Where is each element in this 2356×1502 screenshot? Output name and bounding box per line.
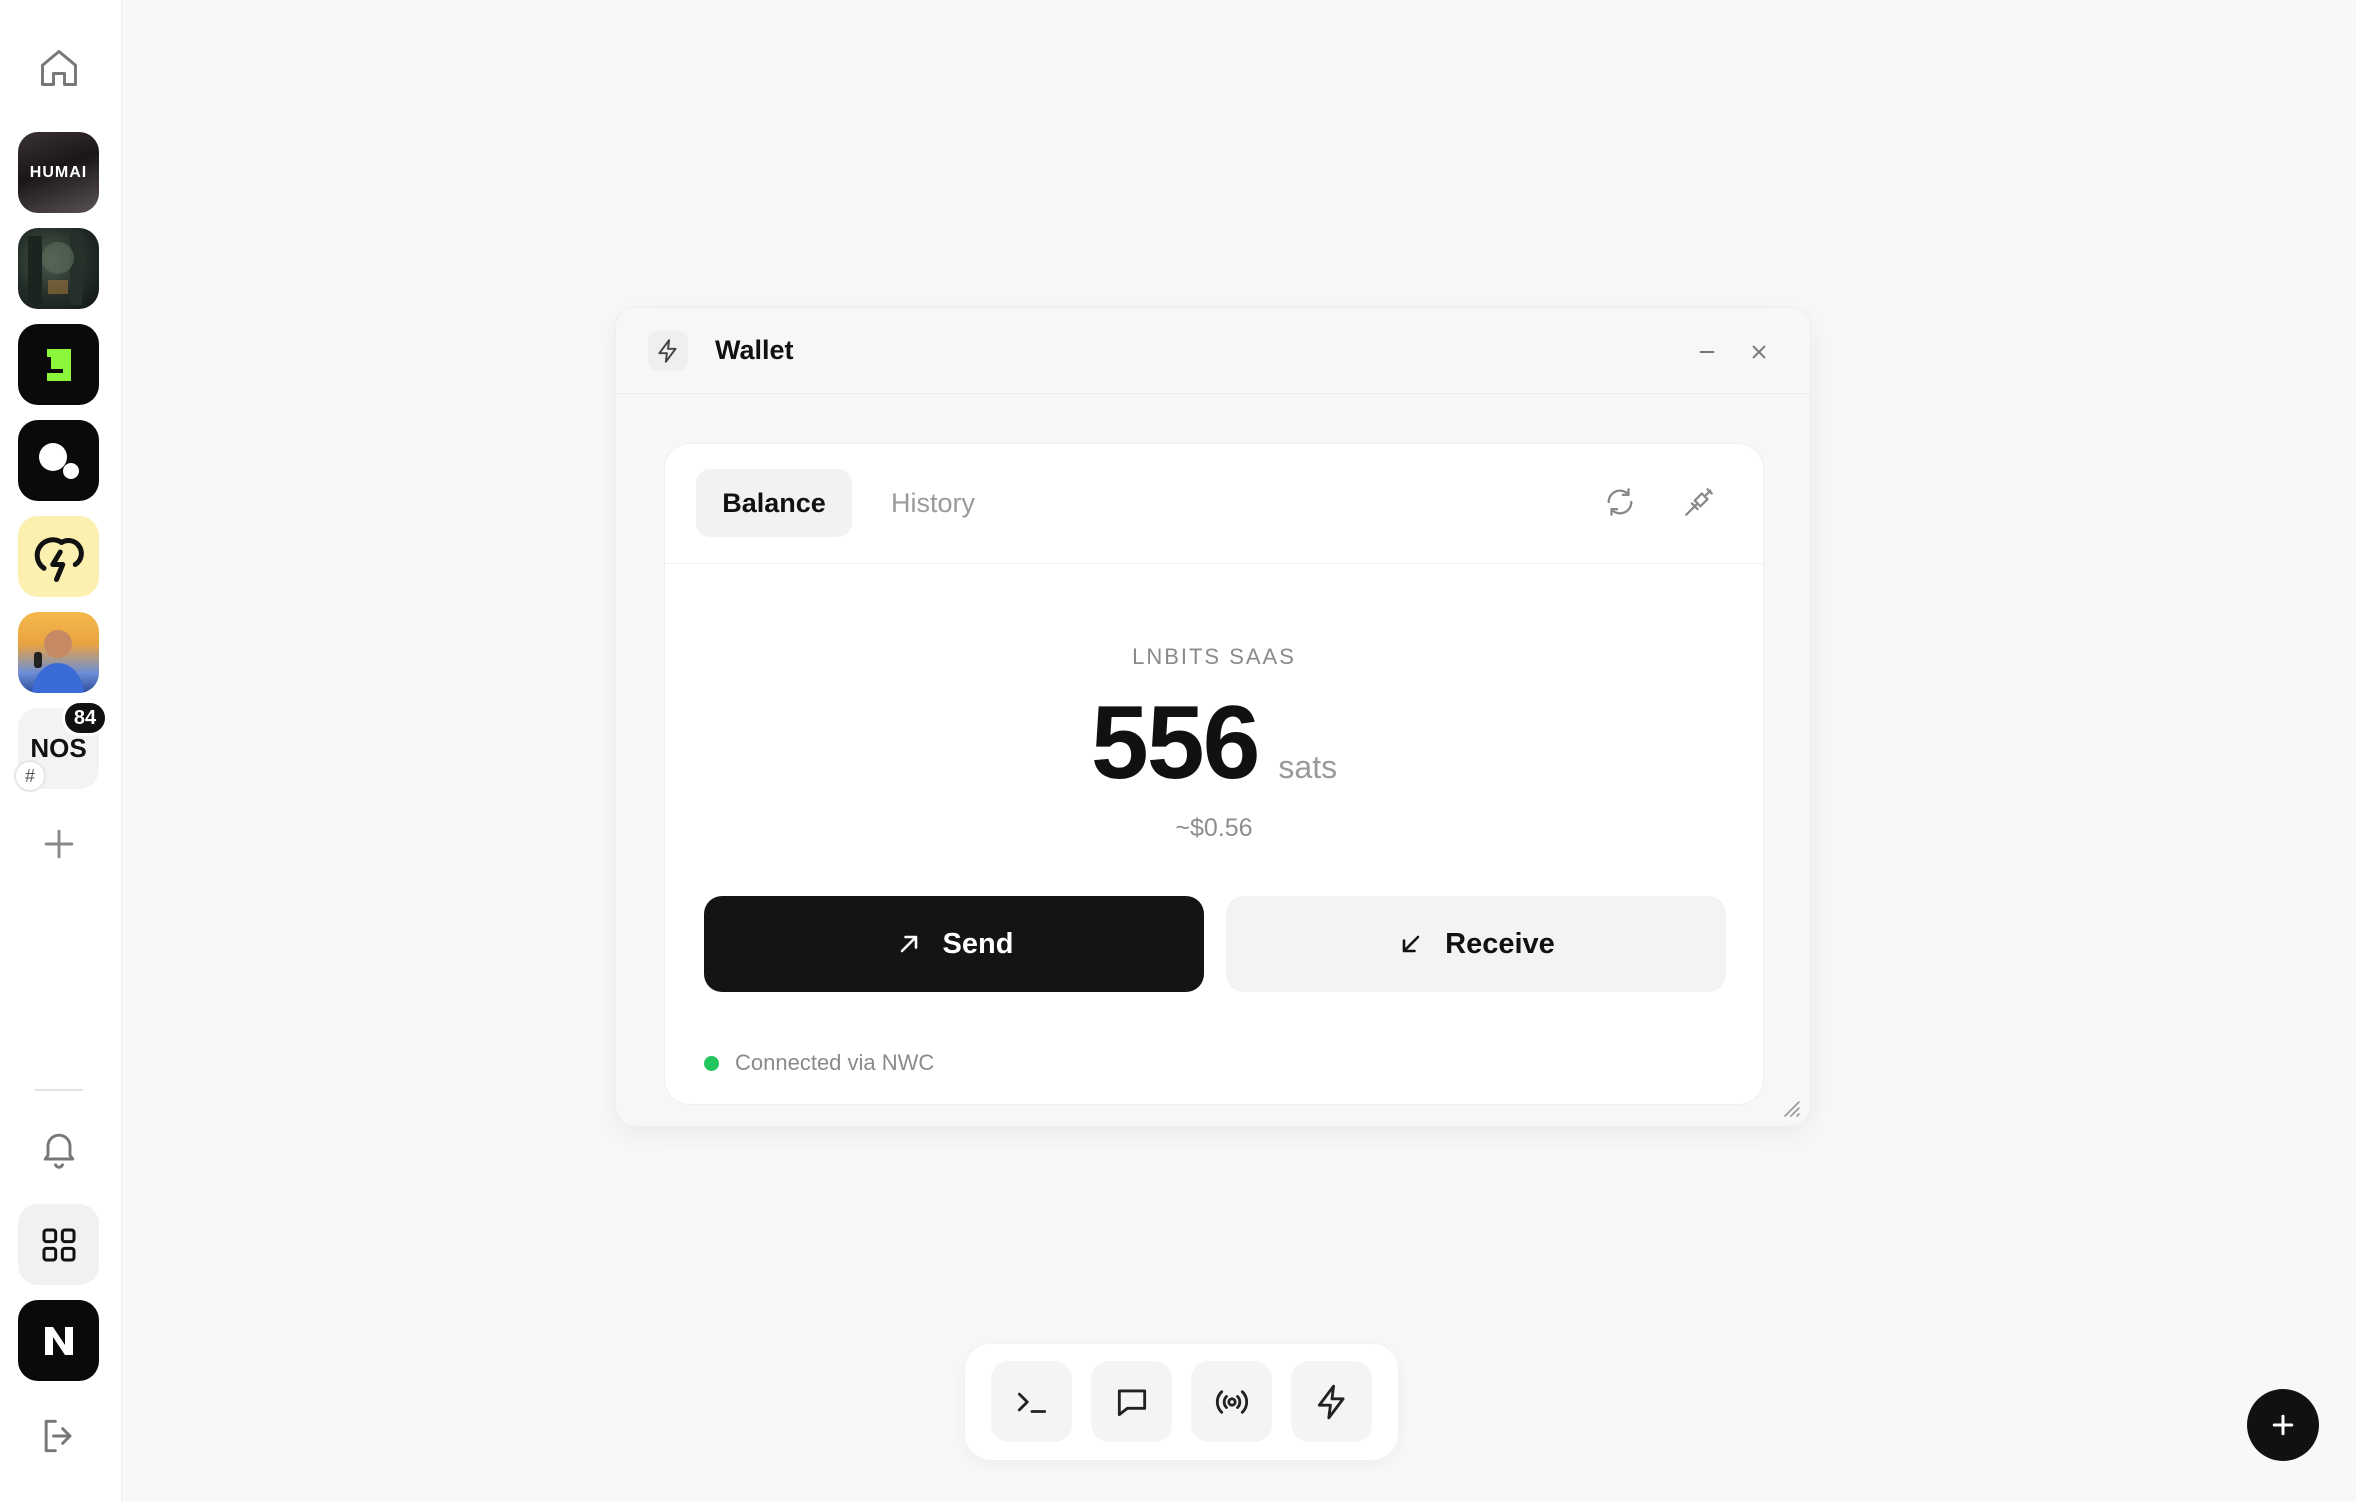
send-label: Send <box>942 927 1014 960</box>
minimize-icon[interactable] <box>1689 334 1725 370</box>
window-title: Wallet <box>715 335 794 365</box>
forest-image <box>28 233 82 306</box>
sidebar: HUMAI NOS 84 # <box>0 0 122 1502</box>
send-button[interactable]: Send <box>704 896 1204 992</box>
arrow-down-left-icon <box>1402 935 1420 953</box>
wallet-name: LNBITS SAAS <box>1132 644 1296 669</box>
sidebar-divider <box>35 1089 83 1091</box>
lightning-icon <box>1317 1384 1345 1419</box>
close-icon[interactable] <box>1741 334 1777 370</box>
lightning-button[interactable] <box>1291 1361 1372 1442</box>
app-dots-logo[interactable] <box>18 420 99 501</box>
balance-row: 556 sats <box>665 684 1763 803</box>
app-person-avatar[interactable] <box>18 612 99 693</box>
wallet-tabs: Balance History <box>665 444 1763 564</box>
plus-icon <box>2272 1414 2294 1436</box>
app-green-logo[interactable] <box>18 324 99 405</box>
bottom-toolbar <box>965 1344 1398 1460</box>
app-forest[interactable] <box>18 228 99 309</box>
dots-logo-icon <box>38 442 79 479</box>
add-fab-button[interactable] <box>2247 1389 2319 1461</box>
bell-icon[interactable] <box>18 1118 99 1178</box>
broadcast-icon <box>1215 1389 1248 1414</box>
wallet-card: Balance History LNBITS SAAS 556 sats ~$0… <box>664 443 1764 1105</box>
fiat-value: ~$0.56 <box>1175 814 1253 842</box>
app-humai[interactable]: HUMAI <box>18 132 99 213</box>
app-n-logo[interactable] <box>18 1300 99 1381</box>
add-app-plus-icon[interactable] <box>18 814 99 874</box>
terminal-icon <box>1017 1392 1046 1413</box>
wallet-window: Wallet Balance History LNBITS SAAS 556 s… <box>615 307 1811 1127</box>
status-text: Connected via NWC <box>735 1050 935 1075</box>
receive-label: Receive <box>1445 927 1555 960</box>
receive-button[interactable]: Receive <box>1226 896 1726 992</box>
apps-grid-button[interactable] <box>18 1204 99 1285</box>
hash-icon: # <box>14 760 46 792</box>
resize-handle-icon[interactable] <box>1779 1096 1801 1118</box>
broadcast-button[interactable] <box>1191 1361 1272 1442</box>
app-nos-label: NOS <box>30 733 87 763</box>
window-header[interactable]: Wallet <box>616 308 1810 394</box>
connection-status: Connected via NWC <box>704 1050 934 1076</box>
lightning-icon <box>648 331 688 371</box>
balance-amount: 556 <box>1090 685 1261 801</box>
notification-badge: 84 <box>62 700 108 736</box>
green-logo-icon <box>46 348 71 381</box>
disconnect-plug-icon[interactable] <box>1674 477 1724 527</box>
lightning-cloud-icon <box>34 536 84 582</box>
app-lightning-cloud[interactable] <box>18 516 99 597</box>
chat-button[interactable] <box>1091 1361 1172 1442</box>
tab-balance[interactable]: Balance <box>696 469 852 537</box>
balance-unit: sats <box>1278 749 1338 785</box>
person-avatar-image <box>32 630 84 693</box>
status-dot <box>704 1055 719 1071</box>
terminal-button[interactable] <box>991 1361 1072 1442</box>
arrow-up-right-icon <box>900 935 917 953</box>
app-humai-label: HUMAI <box>29 163 88 181</box>
home-icon[interactable] <box>18 38 99 98</box>
chat-icon <box>1117 1388 1146 1416</box>
tab-history[interactable]: History <box>868 469 998 537</box>
logout-icon[interactable] <box>18 1406 99 1466</box>
grid-icon <box>42 1228 75 1261</box>
n-logo-icon <box>44 1326 73 1355</box>
refresh-icon[interactable] <box>1595 477 1645 527</box>
